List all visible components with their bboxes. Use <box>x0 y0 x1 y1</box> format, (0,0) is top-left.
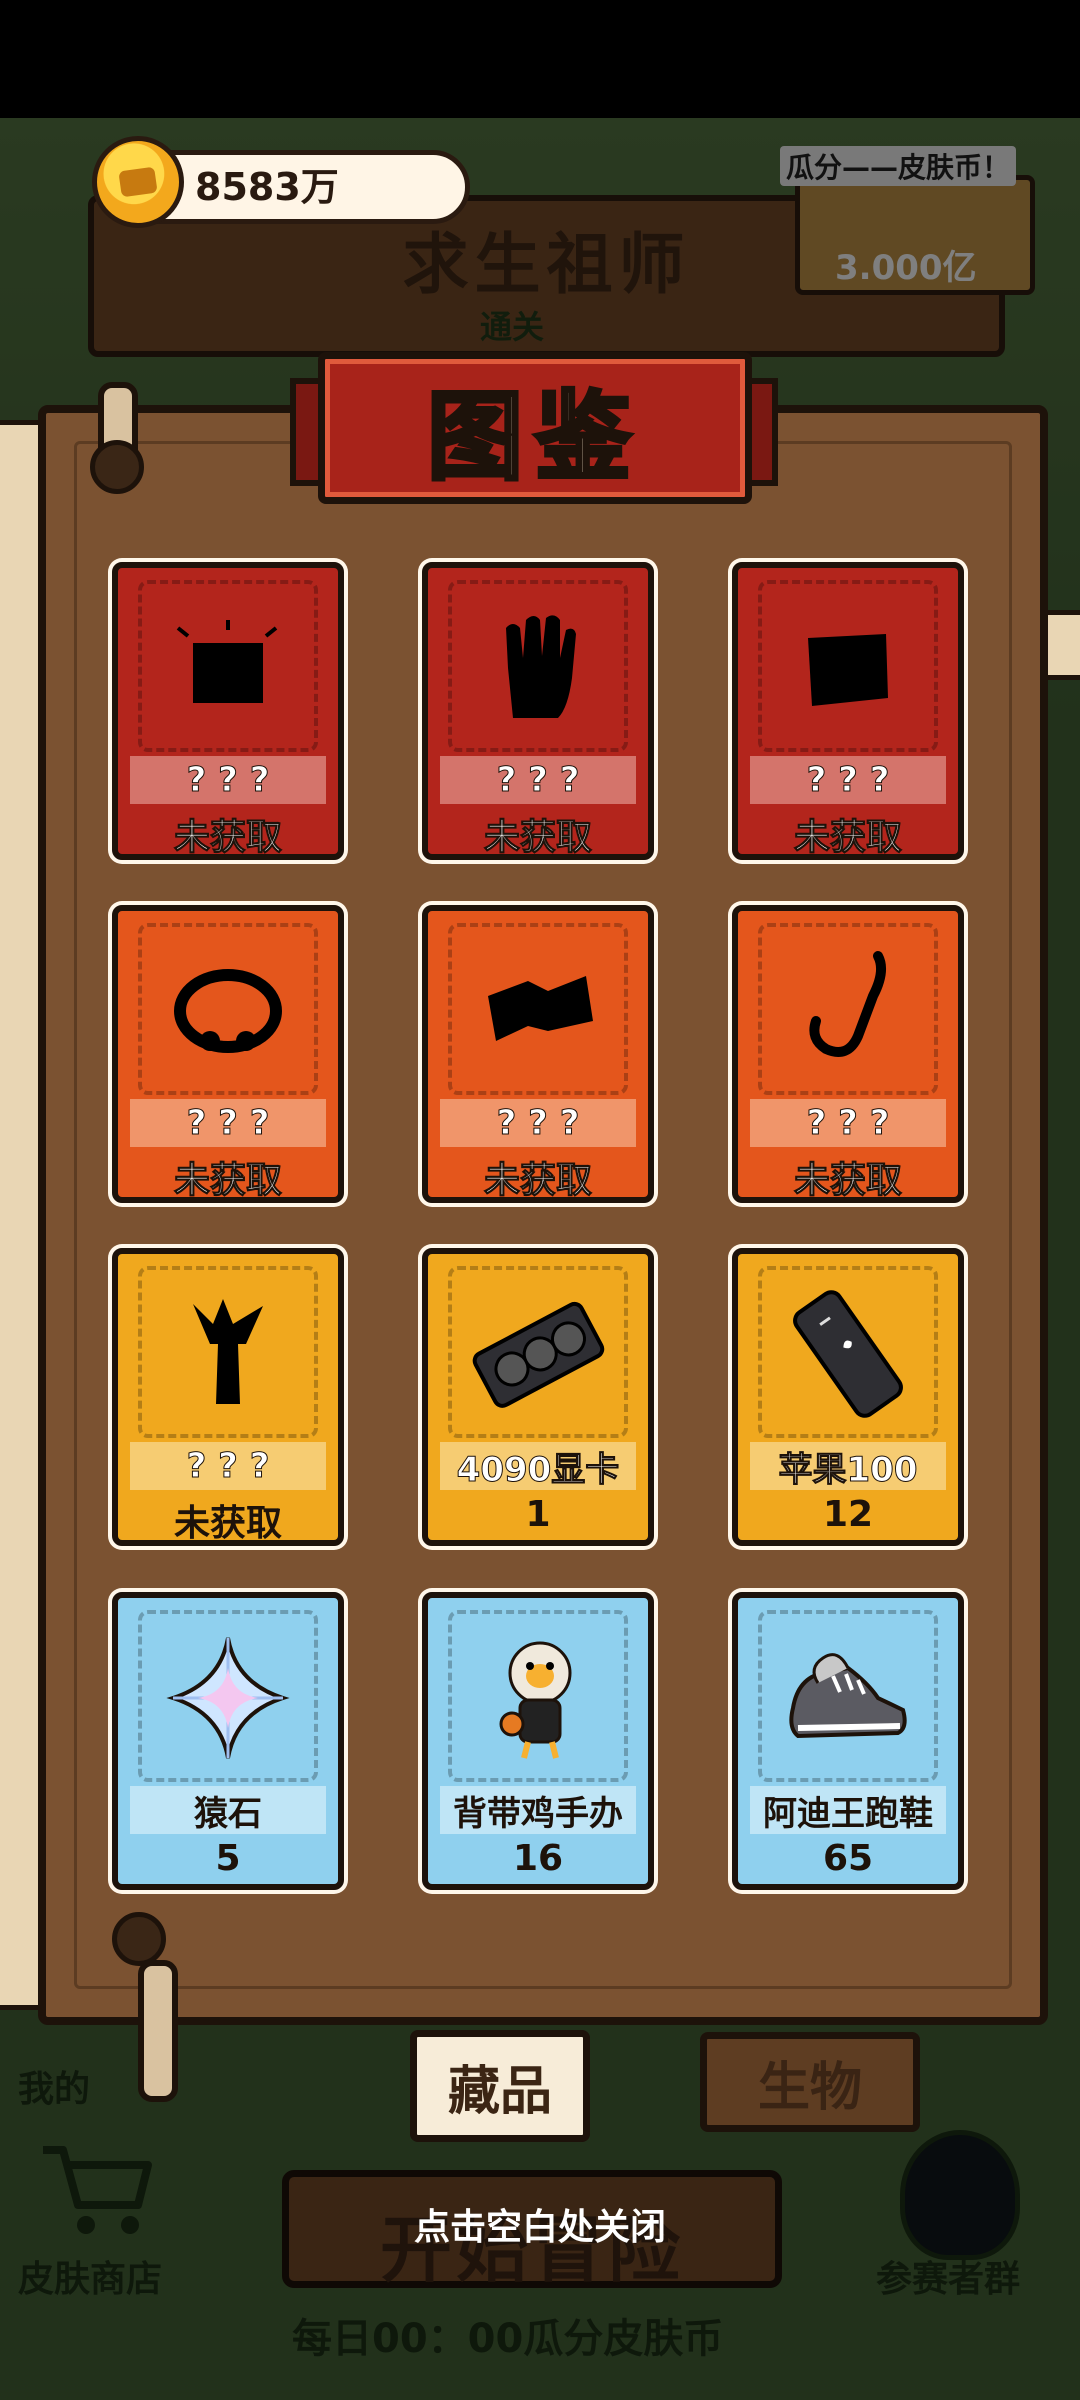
card-name: 苹果100 <box>750 1442 946 1490</box>
nail-top-left <box>90 440 144 494</box>
card-count: 未获取 <box>793 817 902 859</box>
rope-bottom-left <box>138 1960 178 2102</box>
card-count: 未获取 <box>793 1160 902 1202</box>
card-count: 未获取 <box>483 1160 592 1202</box>
card-name: 4090显卡 <box>440 1442 636 1490</box>
collection-card[interactable]: ? ? ? 未获取 <box>422 562 654 860</box>
tab-collection[interactable]: 藏品 <box>410 2030 590 2142</box>
collection-card[interactable]: ? ? ? 未获取 <box>112 562 344 860</box>
cloth-silhouette-icon <box>488 976 593 1041</box>
card-name: ? ? ? <box>440 1099 636 1147</box>
phone-icon <box>793 1290 903 1418</box>
hook-silhouette-icon <box>809 951 887 1057</box>
collection-card[interactable]: ? ? ? 未获取 <box>732 905 964 1203</box>
card-name: ? ? ? <box>130 1442 326 1490</box>
card-name: ? ? ? <box>130 756 326 804</box>
coin-amount: 8583万 <box>195 165 339 209</box>
card-name: ? ? ? <box>440 756 636 804</box>
collection-card[interactable]: ? ? ? 未获取 <box>112 1248 344 1546</box>
card-count: 未获取 <box>173 1503 282 1544</box>
card-name: ? ? ? <box>750 1099 946 1147</box>
card-name: 背带鸡手办 <box>440 1786 636 1834</box>
card-name: 阿迪王跑鞋 <box>750 1786 946 1834</box>
collection-card[interactable]: 4090显卡 1 <box>422 1248 654 1546</box>
card-count: 5 <box>215 1838 241 1879</box>
ring-silhouette-icon <box>174 969 282 1053</box>
card-count: 未获取 <box>483 817 592 859</box>
glove-silhouette-icon <box>506 615 576 718</box>
panel-title: 图鉴 <box>425 379 643 495</box>
brick-silhouette-icon <box>808 634 888 706</box>
torch-silhouette-icon <box>193 1299 263 1404</box>
crystal-star-icon <box>166 1637 290 1759</box>
collection-card[interactable]: ? ? ? 未获取 <box>732 562 964 860</box>
collection-card[interactable]: 苹果100 12 <box>732 1248 964 1546</box>
card-count: 65 <box>822 1838 874 1879</box>
coin-icon <box>92 136 184 228</box>
box-silhouette-icon <box>176 620 278 703</box>
card-count: 1 <box>525 1494 551 1535</box>
card-count: 未获取 <box>173 1160 282 1202</box>
graphics-card-icon <box>472 1301 605 1408</box>
card-count: 16 <box>512 1838 564 1879</box>
sneaker-icon <box>789 1653 907 1739</box>
collection-card[interactable]: 背带鸡手办 16 <box>422 1592 654 1890</box>
collection-card[interactable]: ? ? ? 未获取 <box>112 905 344 1203</box>
nail-bottom-left <box>112 1912 166 1966</box>
title-ribbon: 图鉴 <box>318 352 752 504</box>
card-count: 12 <box>822 1494 874 1535</box>
collection-card[interactable]: ? ? ? 未获取 <box>422 905 654 1203</box>
card-count: 未获取 <box>173 817 282 859</box>
card-name: 猿石 <box>130 1786 326 1834</box>
collection-card[interactable]: 阿迪王跑鞋 65 <box>732 1592 964 1890</box>
close-hint: 点击空白处关闭 <box>413 2207 666 2248</box>
card-name: ? ? ? <box>750 756 946 804</box>
tab-creatures[interactable]: 生物 <box>700 2032 920 2132</box>
card-name: ? ? ? <box>130 1099 326 1147</box>
collection-card[interactable]: 猿石 5 <box>112 1592 344 1890</box>
chicken-figure-icon <box>499 1641 572 1759</box>
